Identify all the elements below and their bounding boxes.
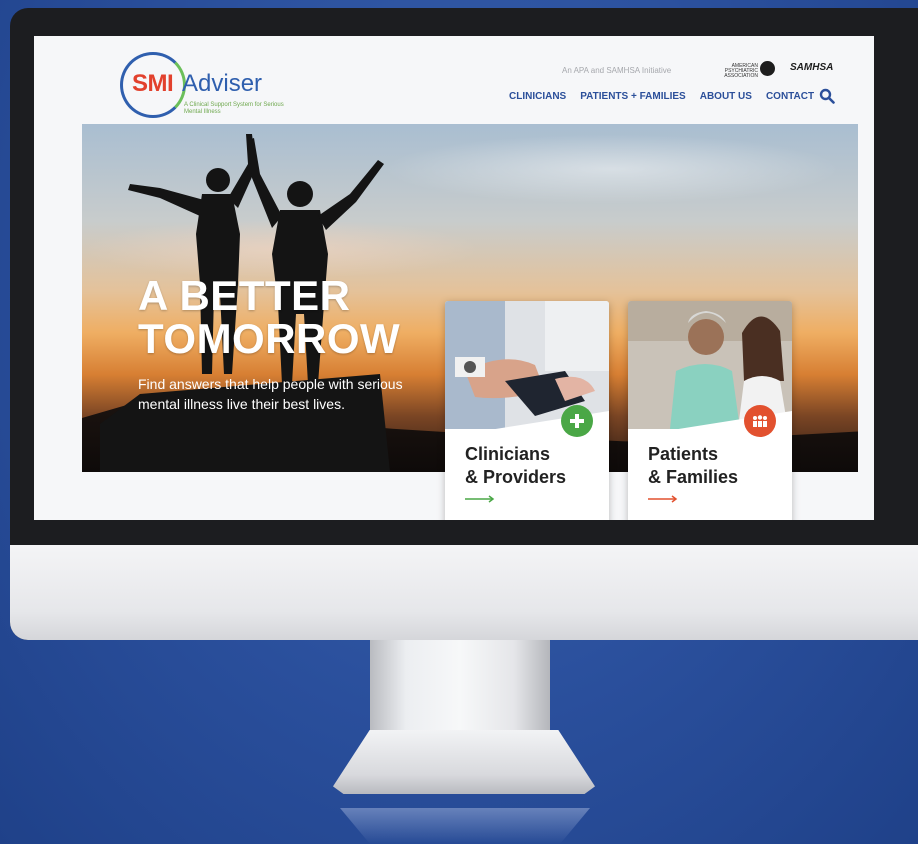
logo-smi-text: SMI	[132, 70, 174, 97]
nav-about-us[interactable]: ABOUT US	[700, 91, 752, 102]
sky-cloud	[382, 134, 842, 204]
smiadviser-logo[interactable]: SMI Adviser A Clinical Support System fo…	[120, 52, 290, 118]
monitor-stand-base	[333, 730, 595, 794]
hero-title-line2: TOMORROW	[138, 315, 401, 362]
clinicians-providers-card[interactable]: Clinicians & Providers	[445, 301, 609, 520]
monitor-chin	[10, 545, 918, 640]
arrow-right-icon	[648, 495, 678, 503]
nav-contact[interactable]: CONTACT	[766, 91, 814, 102]
search-icon[interactable]	[819, 88, 835, 104]
card-label-line2: & Families	[648, 467, 739, 487]
website-screen: SMI Adviser A Clinical Support System fo…	[34, 36, 874, 520]
card-label-line1: Clinicians	[465, 444, 551, 464]
patients-families-card[interactable]: Patients & Families	[628, 301, 792, 520]
initiative-text: An APA and SAMHSA Initiative	[562, 66, 672, 75]
stand-reflection	[340, 808, 590, 844]
hero-title-line1: A BETTER	[138, 272, 351, 319]
monitor-stand-neck	[370, 640, 550, 745]
logo-tagline: A Clinical Support System for Serious Me…	[184, 102, 284, 115]
samhsa-logo[interactable]: SAMHSA	[790, 62, 833, 73]
clinicians-card-label: Clinicians & Providers	[465, 443, 566, 489]
card-label-line2: & Providers	[465, 467, 567, 487]
hero-subtitle: Find answers that help people with serio…	[138, 376, 403, 412]
main-nav: CLINICIANS PATIENTS + FAMILIES ABOUT US …	[509, 91, 814, 102]
apa-logo[interactable]: AMERICAN PSYCHIATRIC ASSOCIATION	[714, 60, 780, 79]
nav-patients-families[interactable]: PATIENTS + FAMILIES	[580, 91, 685, 102]
arrow-right-icon	[465, 495, 495, 503]
plus-icon	[561, 405, 593, 437]
people-icon	[744, 405, 776, 437]
apa-logo-text: AMERICAN PSYCHIATRIC ASSOCIATION	[724, 63, 758, 79]
nav-clinicians[interactable]: CLINICIANS	[509, 91, 566, 102]
hero-title: A BETTER TOMORROW	[138, 274, 400, 360]
patients-card-label: Patients & Families	[648, 443, 738, 489]
apa-emblem-icon	[760, 61, 775, 76]
card-label-line1: Patients	[648, 444, 719, 464]
logo-adviser-text: Adviser	[182, 70, 263, 97]
